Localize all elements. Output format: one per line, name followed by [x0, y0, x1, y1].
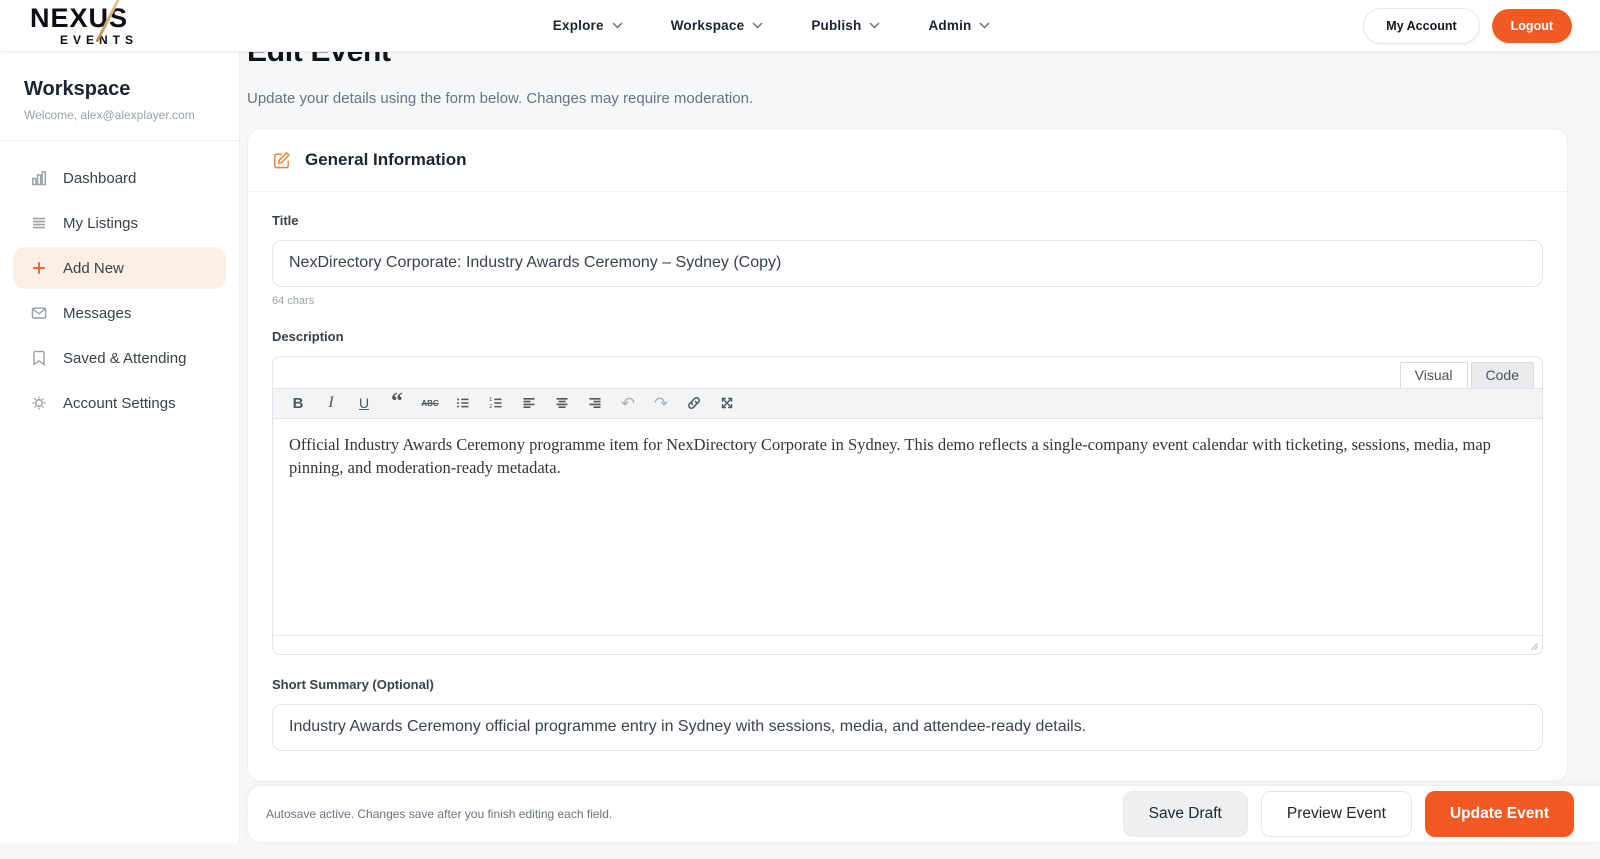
gear-icon [30, 394, 48, 412]
page-subtitle: Update your details using the form below… [247, 89, 754, 107]
fullscreen-icon[interactable] [712, 390, 742, 416]
resize-grip-icon[interactable] [1527, 639, 1539, 651]
summary-label: Short Summary (Optional) [272, 676, 434, 692]
sidebar-item-saved-attending[interactable]: Saved & Attending [13, 337, 226, 379]
my-account-button[interactable]: My Account [1363, 7, 1480, 44]
sidebar-item-dashboard[interactable]: Dashboard [13, 157, 226, 199]
brand-logo[interactable]: NEXUS EVENTS [30, 0, 180, 46]
chevron-down-icon [752, 22, 763, 29]
title-input[interactable] [272, 239, 1543, 287]
bold-icon[interactable]: B [283, 390, 313, 416]
sidebar-nav: Dashboard My Listings Add New Messages S [0, 141, 239, 443]
nav-menu-label: Admin [928, 18, 972, 33]
align-left-icon[interactable] [514, 390, 544, 416]
summary-input[interactable] [272, 703, 1543, 751]
description-field-group: Description Visual Code B I U “ ABC 1 2 … [272, 329, 1543, 655]
update-event-button[interactable]: Update Event [1424, 791, 1574, 837]
sidebar-title: Workspace [24, 78, 131, 100]
sidebar-welcome-text: Welcome, alex@alexplayer.com [24, 108, 195, 122]
chevron-down-icon [612, 22, 623, 29]
strikethrough-icon[interactable]: ABC [415, 390, 445, 416]
svg-text:2: 2 [489, 404, 493, 410]
title-char-count: 64 chars [272, 294, 315, 307]
envelope-icon [30, 304, 48, 322]
sidebar: Workspace Welcome, alex@alexplayer.com D… [0, 52, 240, 843]
bar-chart-icon [30, 169, 48, 187]
italic-icon[interactable]: I [316, 390, 346, 416]
sidebar-item-add-new[interactable]: Add New [13, 247, 226, 289]
autosave-note: Autosave active. Changes save after you … [266, 807, 613, 821]
topbar-actions: My Account Logout [1363, 7, 1572, 44]
brand-subname: EVENTS [60, 34, 180, 46]
footer-buttons: Save Draft Preview Event Update Event [1122, 791, 1574, 837]
tab-visual[interactable]: Visual [1399, 361, 1468, 388]
action-footer: Autosave active. Changes save after you … [247, 785, 1600, 843]
title-field-group: Title 64 chars [272, 213, 1543, 307]
main-navigation: Explore Workspace Publish Admin [180, 18, 1363, 33]
align-right-icon[interactable] [580, 390, 610, 416]
underline-icon[interactable]: U [349, 390, 379, 416]
sidebar-item-messages[interactable]: Messages [13, 292, 226, 334]
preview-event-button[interactable]: Preview Event [1260, 791, 1412, 837]
sidebar-item-label: Add New [63, 259, 124, 277]
sidebar-item-my-listings[interactable]: My Listings [13, 202, 226, 244]
plus-icon [30, 259, 48, 277]
logout-button[interactable]: Logout [1491, 8, 1572, 43]
editor-toolbar: B I U “ ABC 12 ↶ ↷ [273, 387, 1542, 419]
editor-status-bar [273, 634, 1542, 654]
svg-text:1: 1 [489, 397, 493, 403]
blockquote-icon[interactable]: “ [382, 390, 412, 416]
sidebar-item-account-settings[interactable]: Account Settings [13, 382, 226, 424]
nav-menu-label: Explore [552, 18, 604, 33]
section-header: General Information [248, 129, 1567, 192]
sidebar-item-label: Saved & Attending [63, 349, 187, 367]
bookmark-icon [30, 349, 48, 367]
redo-icon[interactable]: ↷ [646, 390, 676, 416]
edit-pencil-icon [272, 150, 292, 170]
undo-icon[interactable]: ↶ [613, 390, 643, 416]
summary-field-group: Short Summary (Optional) [272, 677, 1543, 751]
sidebar-item-label: My Listings [63, 214, 139, 232]
general-information-card: General Information Title 64 chars Descr… [247, 127, 1568, 782]
main-content: Edit Event Update your details using the… [240, 0, 1600, 782]
list-icon [30, 214, 48, 232]
sidebar-item-label: Account Settings [63, 394, 176, 412]
editor-tab-bar: Visual Code [273, 356, 1542, 388]
bullet-list-icon[interactable] [448, 390, 478, 416]
rich-text-editor: Visual Code B I U “ ABC 12 ↶ ↷ Official … [272, 355, 1543, 655]
align-center-icon[interactable] [547, 390, 577, 416]
nav-menu-publish[interactable]: Publish [811, 18, 880, 33]
description-label: Description [272, 328, 344, 344]
save-draft-button[interactable]: Save Draft [1122, 791, 1248, 837]
description-content[interactable]: Official Industry Awards Ceremony progra… [273, 419, 1542, 635]
top-navbar: NEXUS EVENTS Explore Workspace Publish A… [0, 0, 1600, 52]
sidebar-item-label: Dashboard [63, 169, 137, 187]
form-body: Title 64 chars Description Visual Code B… [248, 192, 1567, 751]
numbered-list-icon[interactable]: 12 [481, 390, 511, 416]
tab-code[interactable]: Code [1470, 361, 1534, 388]
nav-menu-label: Publish [811, 18, 862, 33]
link-icon[interactable] [679, 390, 709, 416]
chevron-down-icon [869, 22, 880, 29]
nav-menu-workspace[interactable]: Workspace [671, 18, 764, 33]
nav-menu-explore[interactable]: Explore [553, 18, 623, 33]
title-label: Title [272, 212, 299, 228]
section-title: General Information [305, 149, 467, 169]
nav-menu-admin[interactable]: Admin [928, 18, 990, 33]
nav-menu-label: Workspace [670, 18, 745, 33]
chevron-down-icon [979, 22, 990, 29]
sidebar-header: Workspace Welcome, alex@alexplayer.com [0, 52, 239, 140]
sidebar-item-label: Messages [63, 304, 132, 322]
